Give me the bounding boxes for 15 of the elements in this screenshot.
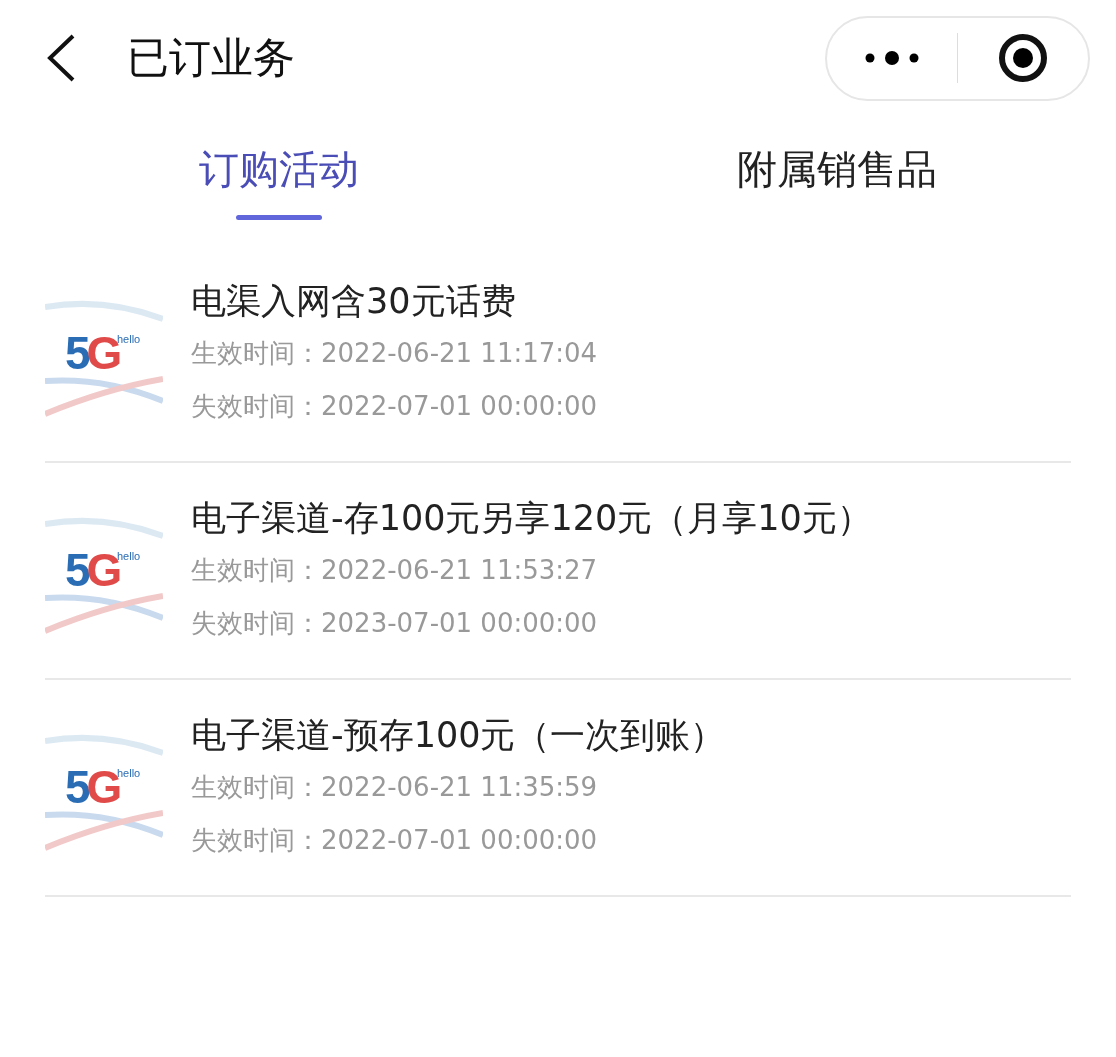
page-title: 已订业务 <box>127 32 296 84</box>
order-name: 电子渠道-预存100元（一次到账） <box>191 713 726 757</box>
end-time: 失效时间：2023-07-01 00:00:00 <box>191 606 599 640</box>
start-time: 生效时间：2022-06-21 11:35:59 <box>191 770 599 804</box>
tab[interactable]: 附属销售品 <box>558 116 1116 246</box>
tab[interactable]: 订购活动 <box>0 116 558 246</box>
end-time: 失效时间：2022-07-01 00:00:00 <box>191 389 598 423</box>
end-time: 失效时间：2022-07-01 00:00:00 <box>191 823 599 857</box>
order-name: 电子渠道-存100元另享120元（月享10元） <box>191 496 872 540</box>
start-time: 生效时间：2022-06-21 11:53:27 <box>191 553 599 587</box>
start-time: 生效时间：2022-06-21 11:17:04 <box>191 336 598 370</box>
back-icon[interactable] <box>45 33 77 83</box>
more-icon[interactable] <box>865 50 919 66</box>
close-icon[interactable] <box>998 33 1048 83</box>
order-name: 电渠入网含30元话费 <box>191 279 517 323</box>
